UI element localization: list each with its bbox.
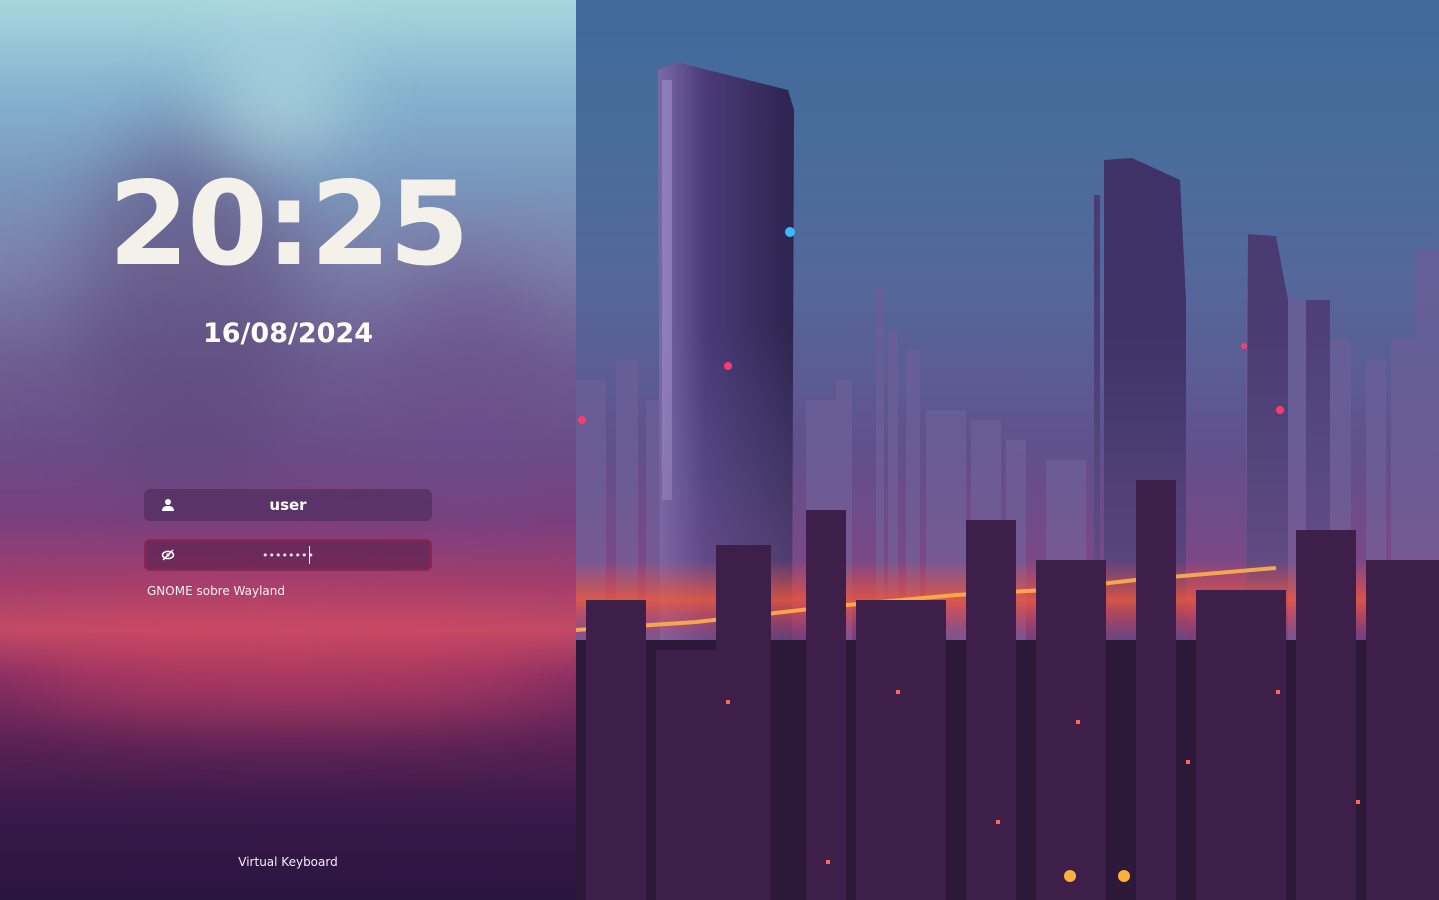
clock-time: 20:25 (108, 157, 469, 292)
login-panel: 20:25 16/08/2024 user GNOME sobr (0, 0, 576, 900)
eye-slash-icon[interactable] (160, 547, 176, 563)
blur-blob (210, 40, 350, 160)
cyberpunk-city-wallpaper (576, 0, 1439, 900)
username-label: user (269, 496, 307, 514)
blur-blob (20, 620, 560, 710)
username-field[interactable]: user (144, 489, 432, 521)
clock-date: 16/08/2024 (202, 318, 373, 349)
password-field[interactable] (144, 539, 432, 571)
session-selector[interactable]: GNOME sobre Wayland (147, 582, 285, 600)
text-cursor (309, 546, 310, 564)
user-icon (160, 497, 176, 513)
virtual-keyboard-button[interactable]: Virtual Keyboard (0, 853, 576, 871)
login-screen: 20:25 16/08/2024 user GNOME sobr (0, 0, 1439, 900)
password-input[interactable] (146, 541, 430, 569)
